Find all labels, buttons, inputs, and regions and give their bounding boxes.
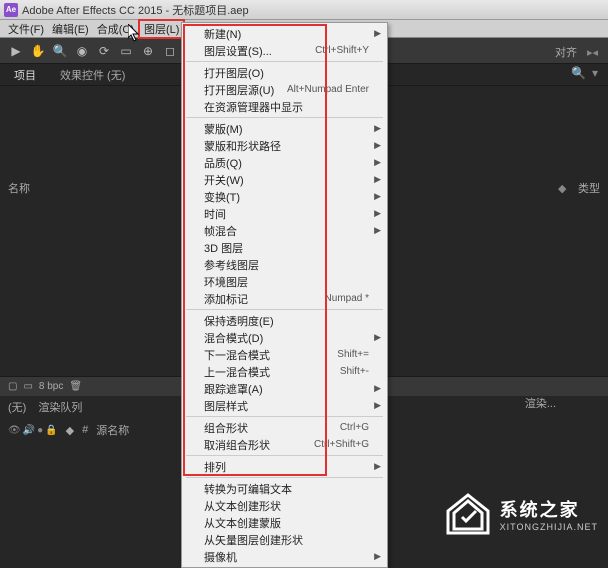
chevron-right-icon: ▶ [374,551,381,562]
menu-item-create-shapes-from-text[interactable]: 从文本创建形状 [182,497,387,514]
menu-item-prev-blend[interactable]: 上一混合模式Shift+- [182,363,387,380]
chevron-right-icon: ▶ [374,225,381,236]
chevron-right-icon: ▶ [374,208,381,219]
tab-render-queue[interactable]: 渲染队列 [38,399,82,415]
menu-item-3d-layer[interactable]: 3D 图层 [182,239,387,256]
menu-item-camera[interactable]: 摄像机▶ [182,548,387,565]
menu-item-track-matte[interactable]: 跟踪遮罩(A)▶ [182,380,387,397]
menu-separator [186,477,383,478]
chevron-right-icon: ▶ [374,174,381,185]
chevron-right-icon: ▶ [374,28,381,39]
chevron-right-icon: ▶ [374,157,381,168]
solo-icon[interactable]: ● [37,425,43,436]
menu-item-frame-blending[interactable]: 帧混合▶ [182,222,387,239]
tab-effect-controls[interactable]: 效果控件 (无) [54,65,131,85]
chevron-right-icon: ▶ [374,332,381,343]
new-folder-icon[interactable]: ▭ [23,381,32,392]
column-name[interactable]: 名称 [8,180,30,196]
tag-icon: ◆ [558,182,570,194]
menu-item-preserve-transparency[interactable]: 保持透明度(E) [182,312,387,329]
layer-num-icon: # [82,424,88,436]
menu-item-switches[interactable]: 开关(W)▶ [182,171,387,188]
tab-project[interactable]: 项目 [8,65,42,85]
titlebar: Ae Adobe After Effects CC 2015 - 无标题项目.a… [0,0,608,20]
render-button-label[interactable]: 渲染... [525,395,556,411]
watermark-logo-icon [444,493,492,535]
menu-item-transform[interactable]: 变换(T)▶ [182,188,387,205]
eye-icon[interactable]: 👁 [8,425,21,436]
source-name-label[interactable]: 源名称 [96,422,129,438]
menu-item-new[interactable]: 新建(N)▶ [182,25,387,42]
menu-separator [186,61,383,62]
selection-tool-icon[interactable]: ▶ [8,43,24,59]
shape-tool-icon[interactable]: ◻ [162,43,178,59]
menu-item-quality[interactable]: 品质(Q)▶ [182,154,387,171]
menu-file[interactable]: 文件(F) [4,21,48,37]
tab-none[interactable]: (无) [8,399,26,415]
lock-icon[interactable]: 🔒 [45,425,57,436]
watermark-title: 系统之家 [500,496,598,522]
timeline-toggle-icons: 👁 🔊 ● 🔒 [8,425,58,436]
panel-menu-icon[interactable]: ▾ [592,66,598,80]
menu-item-mask-shape[interactable]: 蒙版和形状路径▶ [182,137,387,154]
menu-separator [186,309,383,310]
menu-item-open-layer[interactable]: 打开图层(O) [182,64,387,81]
bpc-label[interactable]: 8 bpc [39,381,63,392]
watermark: 系统之家 XITONGZHIJIA.NET [444,493,598,535]
chevron-right-icon: ▶ [374,461,381,472]
right-icon-row: 🔍 ▾ [571,66,598,80]
chevron-right-icon: ▶ [374,400,381,411]
menu-item-mask[interactable]: 蒙版(M)▶ [182,120,387,137]
menu-separator [186,416,383,417]
speaker-icon[interactable]: 🔊 [23,425,35,436]
search-icon[interactable]: 🔍 [571,66,586,80]
menu-separator [186,117,383,118]
menu-separator [186,455,383,456]
menu-item-convert-to-editable[interactable]: 转换为可编辑文本 [182,480,387,497]
menu-item-group-shapes[interactable]: 组合形状Ctrl+G [182,419,387,436]
menu-item-layer-settings[interactable]: 图层设置(S)...Ctrl+Shift+Y [182,42,387,59]
chevron-right-icon: ▶ [374,383,381,394]
zoom-tool-icon[interactable]: 🔍 [52,43,68,59]
watermark-url: XITONGZHIJIA.NET [500,522,598,532]
column-type[interactable]: 类型 [578,180,600,196]
menu-item-create-masks-from-text[interactable]: 从文本创建蒙版 [182,514,387,531]
window-title: Adobe After Effects CC 2015 - 无标题项目.aep [22,2,249,18]
menu-item-ungroup-shapes[interactable]: 取消组合形状Ctrl+Shift+G [182,436,387,453]
chevron-right-icon: ▶ [374,191,381,202]
camera-tool-icon[interactable]: ▭ [118,43,134,59]
menu-item-blending-mode[interactable]: 混合模式(D)▶ [182,329,387,346]
menu-item-create-shapes-from-vector[interactable]: 从矢量图层创建形状 [182,531,387,548]
chevron-right-icon: ▶ [374,123,381,134]
menu-item-open-layer-source[interactable]: 打开图层源(U)Alt+Numpad Enter [182,81,387,98]
chevron-right-icon: ▶ [374,140,381,151]
menu-item-add-marker[interactable]: 添加标记Numpad * [182,290,387,307]
menu-item-next-blend[interactable]: 下一混合模式Shift+= [182,346,387,363]
layer-context-menu: 新建(N)▶ 图层设置(S)...Ctrl+Shift+Y 打开图层(O) 打开… [181,22,388,568]
layer-tag-icon: ◆ [66,424,74,437]
trash-icon[interactable]: 🗑 [69,381,82,392]
menu-layer[interactable]: 图层(L) [138,19,185,39]
orbit-tool-icon[interactable]: ◉ [74,43,90,59]
hand-tool-icon[interactable]: ✋ [30,43,46,59]
rotate-tool-icon[interactable]: ⟳ [96,43,112,59]
menu-item-time[interactable]: 时间▶ [182,205,387,222]
menu-edit[interactable]: 编辑(E) [48,21,93,37]
menu-item-guide-layer[interactable]: 参考线图层 [182,256,387,273]
pan-behind-tool-icon[interactable]: ⊕ [140,43,156,59]
right-panels: 对齐 ▸◂ [555,44,598,60]
menu-composition[interactable]: 合成(C) [93,21,138,37]
menu-item-arrange[interactable]: 排列▶ [182,458,387,475]
align-label[interactable]: 对齐 [555,44,577,60]
panel-icon[interactable]: ▸◂ [587,46,598,59]
menu-item-reveal-in-browser[interactable]: 在资源管理器中显示 [182,98,387,115]
app-icon: Ae [4,3,18,17]
new-bin-icon[interactable]: ▢ [8,381,17,392]
menu-item-environment-layer[interactable]: 环境图层 [182,273,387,290]
menu-item-layer-styles[interactable]: 图层样式▶ [182,397,387,414]
